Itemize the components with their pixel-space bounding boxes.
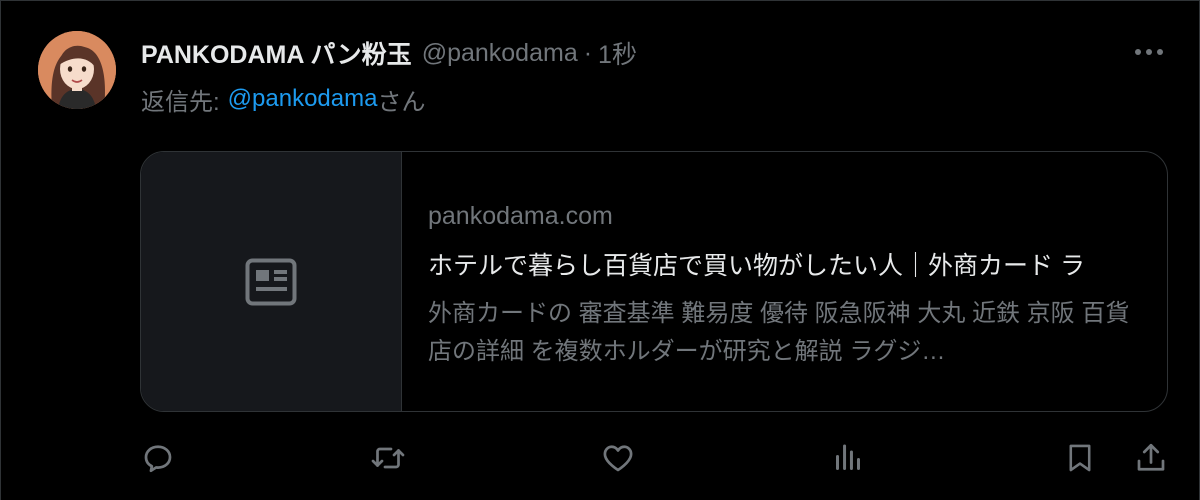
divider: [1, 0, 1200, 1]
timestamp[interactable]: 1秒: [598, 35, 637, 71]
card-domain: pankodama.com: [428, 202, 613, 230]
more-horizontal-icon: [1135, 49, 1163, 55]
analytics-icon: [836, 444, 860, 470]
heart-icon: [603, 445, 633, 472]
card-title: ホテルで暮らし百貨店で買い物がしたい人｜外商カード ラ: [428, 252, 1085, 280]
views-button[interactable]: [830, 436, 866, 480]
card-description: 外商カードの 審査基準 難易度 優待 阪急阪神 大丸 近鉄 京阪 百貨店の詳細 …: [428, 300, 1130, 365]
reply-icon: [144, 445, 172, 473]
share-icon: [1137, 443, 1165, 471]
more-options-button[interactable]: [1129, 40, 1169, 64]
share-button[interactable]: [1133, 436, 1169, 480]
card-thumbnail: [141, 152, 402, 411]
user-handle[interactable]: @pankodama: [422, 39, 578, 68]
reply-context: 返信先: @pankodama さん: [141, 81, 425, 117]
news-article-icon: [245, 258, 297, 305]
tweet-container: PANKODAMA パン粉玉 @pankodama · 1秒 返信先: @pan…: [0, 0, 1200, 500]
retweet-button[interactable]: [369, 436, 407, 480]
link-card[interactable]: pankodama.com ホテルで暮らし百貨店で買い物がしたい人｜外商カード …: [140, 151, 1168, 412]
bookmark-button[interactable]: [1063, 436, 1097, 480]
display-name[interactable]: PANKODAMA パン粉玉: [141, 35, 412, 71]
card-body: pankodama.com ホテルで暮らし百貨店で買い物がしたい人｜外商カード …: [402, 152, 1167, 411]
action-bar: [1, 436, 1200, 480]
retweet-icon: [371, 447, 405, 469]
tweet-header: PANKODAMA パン粉玉 @pankodama · 1秒: [141, 33, 637, 73]
avatar-illustration: [38, 31, 116, 109]
reply-prefix: 返信先:: [141, 88, 220, 116]
reply-mention-link[interactable]: @pankodama: [228, 85, 378, 113]
like-button[interactable]: [600, 436, 636, 480]
separator-dot: ·: [583, 38, 593, 67]
reply-button[interactable]: [140, 436, 176, 480]
bookmark-icon: [1069, 444, 1091, 472]
reply-suffix: さん: [377, 88, 426, 116]
avatar[interactable]: [38, 31, 116, 109]
